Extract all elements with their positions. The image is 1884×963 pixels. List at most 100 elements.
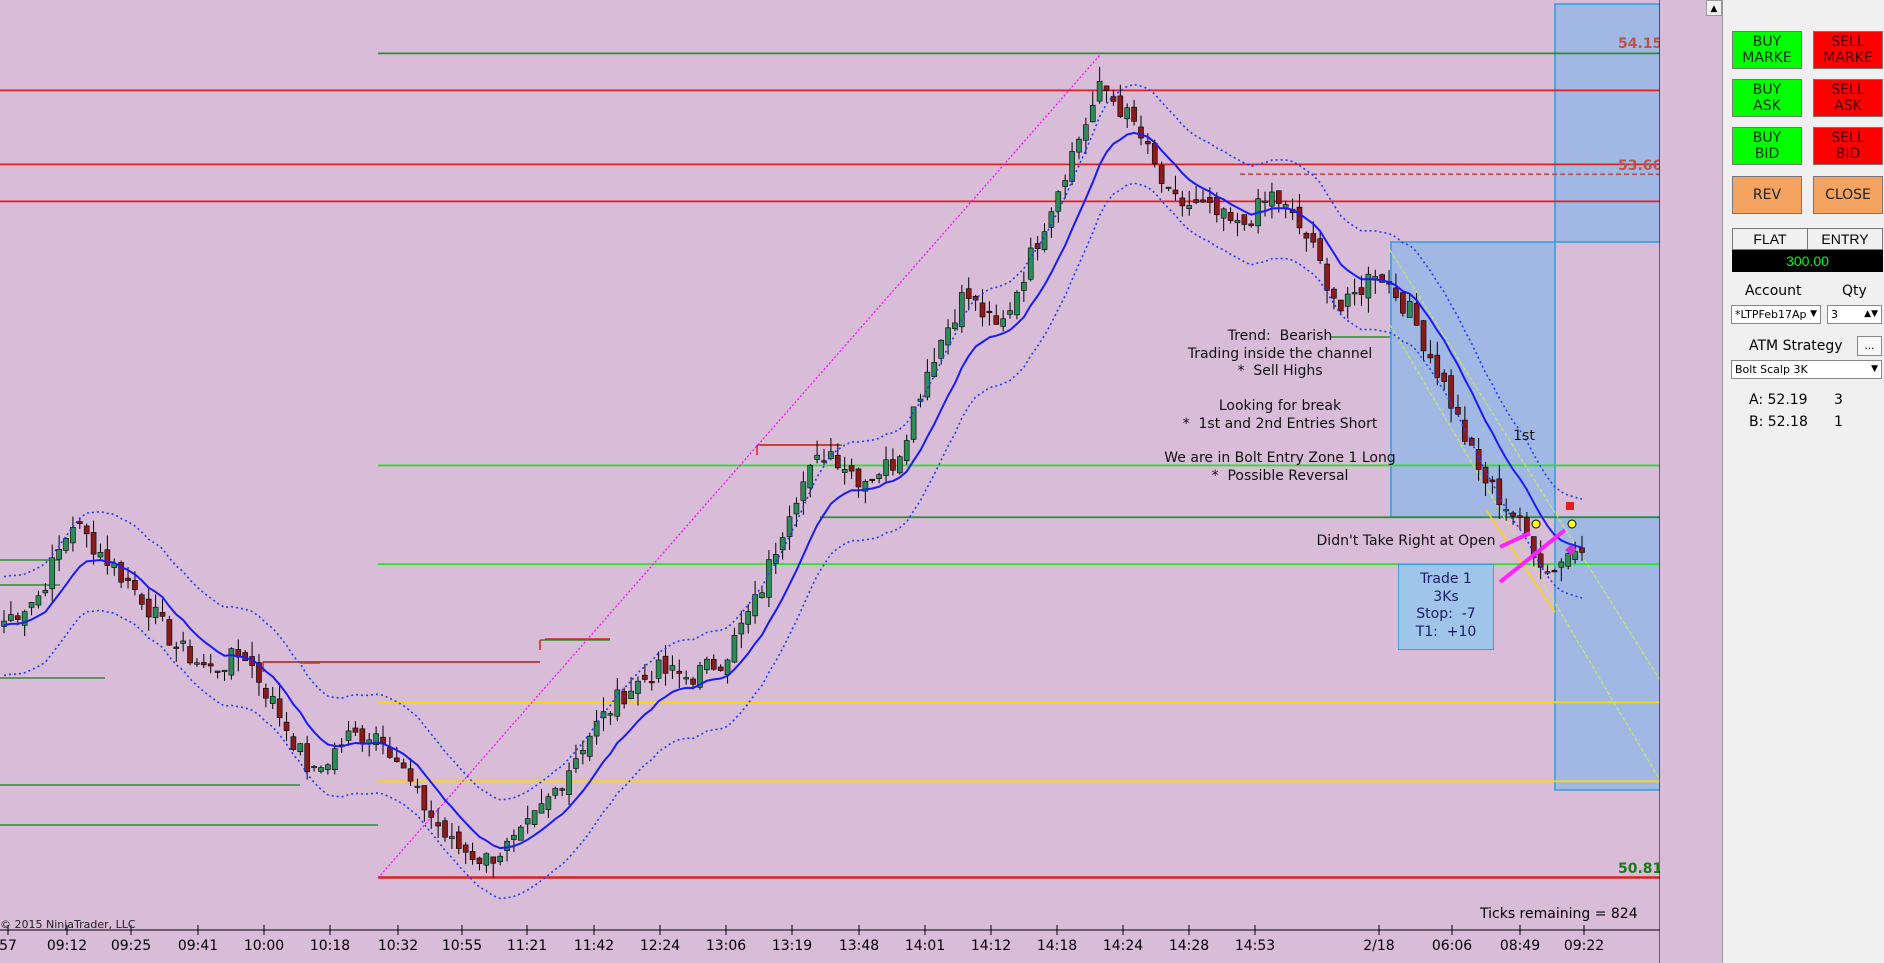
time-tick-label: 09:41 [178,938,218,954]
candle-body [621,690,627,705]
atm-strategy-select[interactable]: Bolt Scalp 3K ▼ [1731,360,1882,379]
candle-body [476,857,483,864]
candle-body [676,670,683,674]
close-position-button[interactable]: CLOSE [1813,176,1883,214]
reverse-button[interactable]: REV [1732,176,1802,214]
candle-body [834,454,841,469]
time-tick-label: 09:22 [1564,938,1604,954]
candle-body [903,440,910,461]
bid-price: B: 52.18 [1749,414,1808,430]
candle-body [1131,106,1137,122]
candle-body [359,728,366,744]
candle-body [1365,273,1372,299]
scroll-up-icon[interactable]: ▲ [1706,0,1722,16]
candle-body [1303,232,1310,239]
candle-body [125,577,131,581]
candle-body [180,640,186,644]
time-tick-label: 11:21 [507,938,547,954]
time-tick-label: 12:24 [640,938,680,954]
time-tick-label: 13:48 [839,938,879,954]
candle-body [1110,96,1117,102]
candle-body [387,747,393,758]
candle-body [662,655,669,674]
candle-body [311,765,317,769]
candle-body [139,594,145,605]
quantity-stepper[interactable]: 3 ▲▼ [1827,305,1882,324]
candle-body [1165,186,1172,189]
candle-body [511,834,517,840]
candle-body [586,735,593,757]
candle-body [1207,197,1213,203]
chart-trader-panel: BUY MARKE SELL MARKE BUY ASK SELL ASK BU… [1722,0,1884,963]
candle-body [986,310,993,314]
candle-body [297,743,304,753]
candle-body [745,611,752,625]
candle-body [442,820,448,838]
candle-body [1344,293,1351,307]
time-tick-label: 06:06 [1432,938,1472,954]
time-tick-label: 14:24 [1103,938,1143,954]
chart-price-label: 53.66 [1618,158,1660,174]
bid-size: 1 [1834,414,1843,430]
buy-ask-button[interactable]: BUY ASK [1732,79,1802,117]
candle-body [690,678,696,685]
chevron-down-icon: ▼ [1871,364,1878,374]
sell-market-button[interactable]: SELL MARKE [1813,31,1883,69]
candle-body [1000,318,1006,327]
atm-strategy-label: ATM Strategy [1749,338,1843,354]
candle-body [717,666,724,671]
candle-body [1579,547,1585,553]
candle-body [593,720,600,737]
candle-body [1138,126,1144,139]
candle-body [1400,292,1406,314]
chart-price-label: 50.81 [1618,861,1660,877]
candle-body [959,292,965,328]
account-select[interactable]: *LTPFeb17Ap ▼ [1731,305,1821,324]
time-tick-label: 14:01 [905,938,945,954]
candle-body [187,646,193,664]
candle-body [710,659,717,670]
candle-body [28,602,35,608]
buy-bid-button[interactable]: BUY BID [1732,127,1802,165]
candle-body [462,844,469,853]
price-chart[interactable]: 54.1553.6650.8154.2054.0053.8053.6053.40… [0,0,1660,963]
candle-body [814,454,820,460]
candle-body [1462,419,1468,442]
time-tick-label: 14:53 [1235,938,1275,954]
candle-body [145,598,152,618]
candle-body [841,469,848,473]
candle-body [1227,211,1234,222]
stepper-arrows-icon: ▲▼ [1864,309,1878,319]
entry-label: ENTRY [1821,231,1869,247]
stop-marker-icon [1566,502,1574,510]
candle-body [201,662,207,666]
candle-body [1158,165,1165,184]
candle-body [1186,205,1193,209]
candle-body [56,548,62,560]
sell-ask-button[interactable]: SELL ASK [1813,79,1883,117]
candle-body [580,750,586,755]
candle-body [566,770,572,795]
candle-body [83,525,90,535]
candle-body [869,478,876,482]
candle-body [228,648,235,676]
candle-body [890,459,896,471]
sell-bid-button[interactable]: SELL BID [1813,127,1883,165]
candle-body [1069,151,1075,182]
candle-body [400,762,407,769]
candle-body [1331,288,1337,299]
time-tick-label: 10:32 [378,938,418,954]
atm-more-button[interactable]: ... [1857,336,1882,356]
entry-marker-icon [1567,519,1577,529]
candle-body [1007,310,1013,315]
candle-body [772,554,779,564]
candle-body [524,818,531,825]
candle-body [1393,287,1399,299]
candle-body [1172,189,1179,195]
buy-market-button[interactable]: BUY MARKE [1732,31,1802,69]
candle-body [1324,263,1330,291]
candle-body [214,670,221,673]
chart-scroll-region[interactable]: ▲ [1660,0,1722,963]
candle-body [1565,553,1572,567]
candle-body [90,532,97,555]
